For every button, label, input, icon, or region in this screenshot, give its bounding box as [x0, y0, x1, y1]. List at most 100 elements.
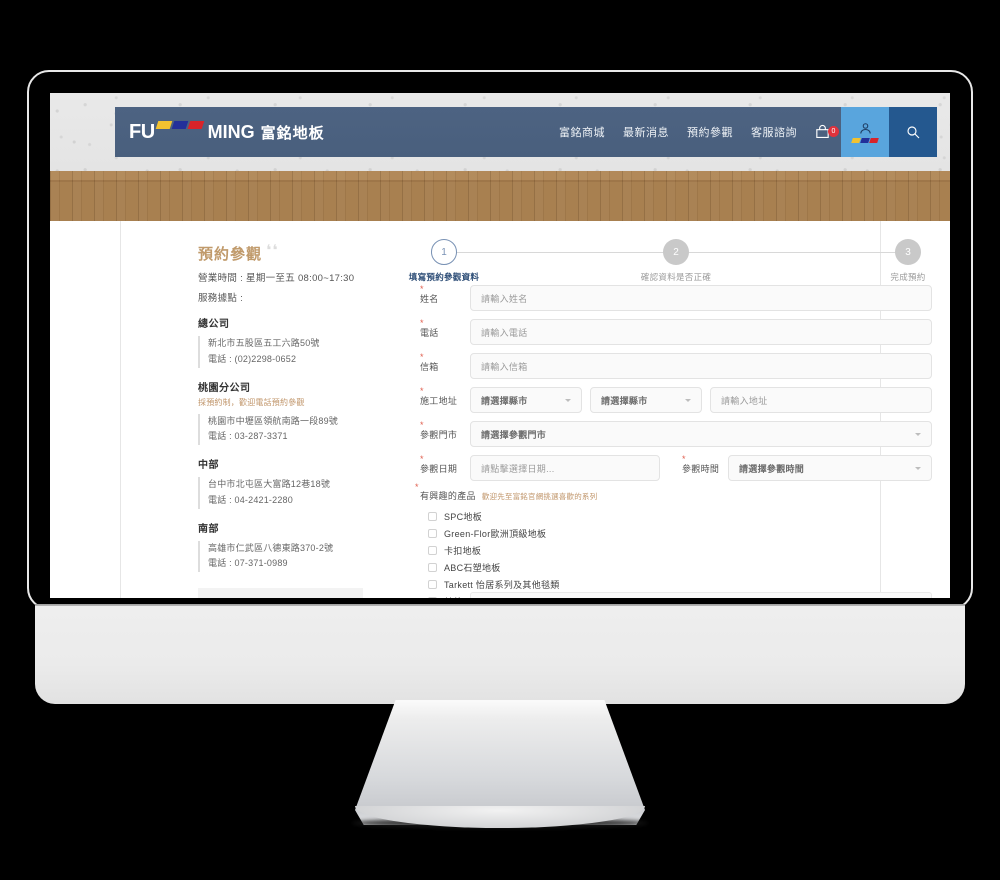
branch-note-taoyuan: 採預約制，歡迎電話預約參觀	[198, 397, 305, 407]
branch-address: 新北市五股區五工六路50號	[208, 338, 320, 348]
branch-address: 桃園市中壢區領航南路一段89號	[208, 415, 339, 426]
quote-mark-icon: ❛❛	[266, 242, 279, 259]
date-label: 參觀日期	[420, 454, 470, 475]
checkbox-tarkett[interactable]	[428, 580, 437, 589]
product-label: SPC地板	[444, 512, 483, 522]
district-select[interactable]: 請選擇縣市	[590, 387, 702, 413]
address-detail-input[interactable]: 請輸入地址	[710, 387, 932, 413]
cart-badge: 0	[828, 125, 839, 137]
phone-label: 電話	[420, 318, 470, 339]
locations-label: 服務據點 :	[198, 293, 244, 304]
store-label: 參觀門市	[420, 420, 470, 441]
branch-name-south: 南部	[198, 523, 219, 535]
branch-phone: 電話 : 04-2421-2280	[208, 494, 293, 505]
step-2-number: 2	[663, 239, 689, 265]
name-input[interactable]: 請輸入姓名	[470, 285, 932, 311]
branch-detail-central: 台中市北屯區大富路12巷18號 電話 : 04-2421-2280	[198, 477, 363, 509]
product-option-greenflor[interactable]: Green-Flor歐洲頂級地板	[428, 525, 932, 542]
chevron-down-icon	[915, 466, 921, 470]
county-select[interactable]: 請選擇縣市	[470, 387, 582, 413]
store-select-value: 請選擇參觀門市	[481, 429, 547, 440]
branch-phone: 電話 : 07-371-0989	[208, 558, 288, 569]
branch-address: 高雄市仁武區八德東路370-2號	[208, 542, 334, 553]
nav-item-support[interactable]: 客服諮詢	[742, 124, 806, 140]
step-2[interactable]: 2 確認資料是否正確	[616, 239, 736, 283]
field-row-address: 施工地址 請選擇縣市 請選擇縣市 請輸入地址	[420, 386, 932, 413]
checkbox-click[interactable]	[428, 546, 437, 555]
sidebar-info-panel: 預約參觀 ❛❛ 營業時間 : 星期一至五 08:00~17:30 服務據點 : …	[198, 243, 363, 598]
step-3-number: 3	[895, 239, 921, 265]
county-select-value: 請選擇縣市	[481, 395, 528, 406]
screenshot-stage: FU MING 富銘地板 富銘商城 最新消息 預約參觀 客服諮詢 0 預約參觀 …	[0, 0, 1000, 880]
checkbox-spc[interactable]	[428, 512, 437, 521]
nav-item-reservation[interactable]: 預約參觀	[678, 124, 742, 140]
time-label: 參觀時間	[682, 454, 728, 475]
search-button[interactable]	[889, 107, 937, 157]
step-1[interactable]: 1 填寫預約參觀資料	[384, 239, 504, 283]
product-label: Tarkett 怡居系列及其他毯類	[444, 580, 560, 590]
field-row-store: 參觀門市 請選擇參觀門市	[420, 420, 932, 447]
step-1-number: 1	[431, 239, 457, 265]
checkbox-abc[interactable]	[428, 563, 437, 572]
product-option-abc[interactable]: ABC石塑地板	[428, 559, 932, 576]
products-hint: 歡迎先至富銘官網挑選喜歡的系列	[481, 492, 598, 501]
business-hours: 營業時間 : 星期一至五 08:00~17:30	[198, 273, 355, 284]
time-select-value: 請選擇參觀時間	[739, 463, 805, 474]
content-left-divider	[120, 221, 121, 598]
checkbox-greenflor[interactable]	[428, 529, 437, 538]
branch-detail-taoyuan: 桃園市中壢區領航南路一段89號 電話 : 03-287-3371	[198, 413, 363, 445]
cart-button[interactable]: 0	[806, 124, 841, 141]
nav-item-news[interactable]: 最新消息	[614, 124, 678, 140]
checkbox-other[interactable]	[428, 597, 437, 598]
logo-chinese-text: 富銘地板	[260, 124, 325, 142]
phone-input[interactable]: 請輸入電話	[470, 319, 932, 345]
product-label: 卡扣地板	[444, 546, 482, 556]
wood-floor-banner	[50, 171, 950, 221]
email-input[interactable]: 請輸入信箱	[470, 353, 932, 379]
district-select-value: 請選擇縣市	[601, 395, 648, 406]
branch-name-taoyuan: 桃園分公司	[198, 382, 251, 394]
product-label: ABC石塑地板	[444, 563, 501, 573]
branch-phone: 電話 : (02)2298-0652	[208, 353, 297, 364]
page-title: 預約參觀 ❛❛	[198, 243, 363, 264]
step-1-label: 填寫預約參觀資料	[408, 272, 480, 282]
product-option-click[interactable]: 卡扣地板	[428, 542, 932, 559]
product-label: 其他	[444, 595, 463, 598]
product-label: Green-Flor歐洲頂級地板	[444, 529, 547, 539]
product-option-spc[interactable]: SPC地板	[428, 508, 932, 525]
chevron-down-icon	[565, 398, 571, 402]
products-label: 有興趣的產品	[415, 482, 476, 502]
nav-item-mall[interactable]: 富銘商城	[550, 124, 614, 140]
user-account-button[interactable]	[841, 107, 889, 157]
other-product-input[interactable]	[469, 592, 932, 598]
logo-fu-text: FU	[129, 120, 155, 143]
reservation-form: 1 填寫預約參觀資料 2 確認資料是否正確 3 完成預約 姓名 請輸入姓名	[409, 239, 932, 598]
address-label: 施工地址	[420, 386, 470, 407]
user-icon	[859, 123, 871, 134]
page-content: 預約參觀 ❛❛ 營業時間 : 星期一至五 08:00~17:30 服務據點 : …	[50, 221, 950, 598]
branch-name-central: 中部	[198, 460, 219, 471]
logo-ming-text: MING	[207, 121, 255, 142]
monitor-chin	[35, 606, 965, 704]
store-select[interactable]: 請選擇參觀門市	[470, 421, 932, 447]
time-select[interactable]: 請選擇參觀時間	[728, 455, 932, 481]
branch-detail-south: 高雄市仁武區八德東路370-2號 電話 : 07-371-0989	[198, 540, 363, 572]
product-option-other[interactable]: 其他	[428, 592, 932, 598]
site-header: FU MING 富銘地板 富銘商城 最新消息 預約參觀 客服諮詢 0	[115, 107, 937, 157]
branch-detail-hq: 新北市五股區五工六路50號 電話 : (02)2298-0652	[198, 336, 363, 368]
notice-line-1: 為了您保留並提供您完整充足的參觀體	[208, 597, 353, 598]
branch-phone: 電話 : 03-287-3371	[208, 431, 288, 442]
branch-name-hq: 總公司	[198, 319, 230, 330]
date-input[interactable]: 請點擊選擇日期...	[470, 455, 660, 481]
search-icon	[907, 126, 920, 139]
logo-color-bars	[155, 120, 204, 129]
product-option-tarkett[interactable]: Tarkett 怡居系列及其他毯類	[428, 576, 932, 593]
visit-notice-box: 為了您保留並提供您完整充足的參觀體 驗，建議參觀時間為平日9:00 - 11:3…	[198, 588, 363, 598]
browser-page: FU MING 富銘地板 富銘商城 最新消息 預約參觀 客服諮詢 0 預約參觀 …	[50, 93, 950, 598]
field-row-email: 信箱 請輸入信箱	[420, 352, 932, 379]
site-logo[interactable]: FU MING 富銘地板	[115, 120, 325, 144]
main-navigation: 富銘商城 最新消息 預約參觀 客服諮詢 0	[550, 107, 937, 157]
step-3[interactable]: 3 完成預約	[848, 239, 950, 283]
branch-address: 台中市北屯區大富路12巷18號	[208, 479, 331, 489]
chevron-down-icon	[685, 398, 691, 402]
